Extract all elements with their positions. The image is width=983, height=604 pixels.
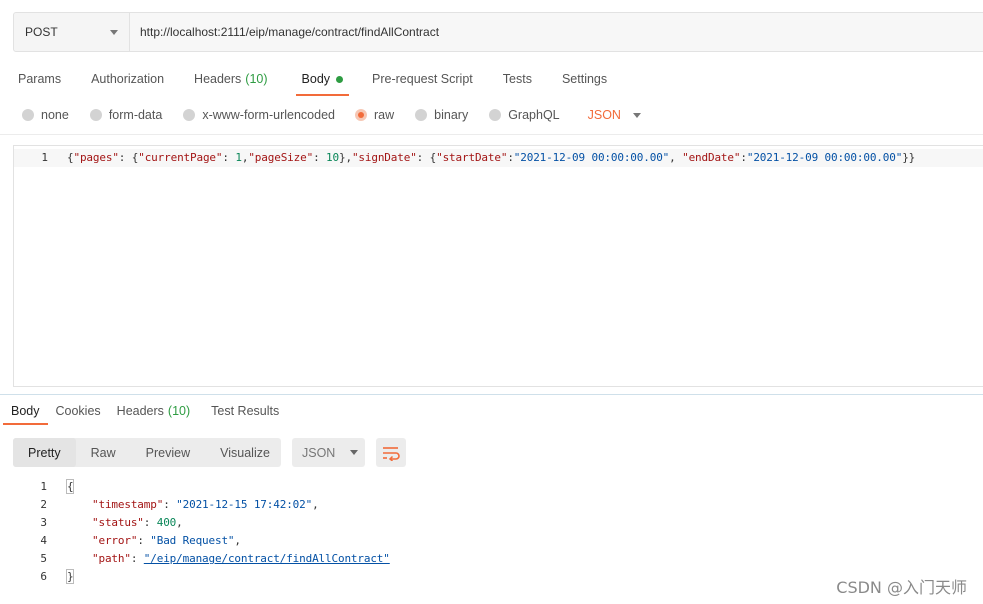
tab-label: Pre-request Script xyxy=(372,72,473,86)
response-tabs: Body Cookies Headers (10) Test Results xyxy=(0,397,279,427)
tab-label: Params xyxy=(18,72,62,86)
wrap-lines-icon xyxy=(383,446,400,461)
request-body-code: {"pages": {"currentPage": 1,"pageSize": … xyxy=(67,151,916,164)
tab-label: Authorization xyxy=(91,72,165,86)
radio-label: raw xyxy=(374,108,395,122)
tab-label: Headers xyxy=(194,72,242,86)
radio-graphql[interactable]: GraphQL xyxy=(489,108,560,122)
json-line: "status": 400, xyxy=(92,516,183,529)
tab-body[interactable]: Body xyxy=(295,62,349,96)
tab-label: Cookies xyxy=(55,404,101,418)
json-key: "path" xyxy=(92,552,131,565)
method-select[interactable]: POST xyxy=(14,13,130,51)
tab-label: Settings xyxy=(561,72,608,86)
tab-authorization[interactable]: Authorization xyxy=(91,62,164,96)
tab-params[interactable]: Params xyxy=(18,62,61,96)
tab-headers[interactable]: Headers (10) xyxy=(194,62,267,96)
view-preview[interactable]: Preview xyxy=(131,438,205,467)
tab-label: Body xyxy=(301,72,331,86)
request-body-editor[interactable]: 1 {"pages": {"currentPage": 1,"pageSize"… xyxy=(13,145,983,387)
tab-label: Test Results xyxy=(211,404,280,418)
format-label: JSON xyxy=(302,445,336,460)
wrap-lines-button[interactable] xyxy=(376,438,406,467)
json-line: "error": "Bad Request", xyxy=(92,534,241,547)
radio-icon xyxy=(183,109,196,121)
radio-icon xyxy=(89,109,102,121)
json-line: "path": "/eip/manage/contract/findAllCon… xyxy=(92,552,390,565)
response-tab-body[interactable]: Body xyxy=(3,397,47,425)
divider xyxy=(0,394,983,395)
headers-count: (10) xyxy=(245,72,268,86)
radio-label: x-www-form-urlencoded xyxy=(202,108,335,122)
chevron-down-icon xyxy=(110,30,118,35)
radio-label: GraphQL xyxy=(508,108,560,122)
line-number: 4 xyxy=(40,534,47,547)
chevron-down-icon xyxy=(632,112,641,118)
response-tab-headers[interactable]: Headers (10) xyxy=(117,397,190,425)
body-language-select[interactable]: JSON xyxy=(588,108,641,122)
radio-selected-icon xyxy=(355,109,367,121)
response-tab-cookies[interactable]: Cookies xyxy=(56,397,101,425)
url-input[interactable]: http://localhost:2111/eip/manage/contrac… xyxy=(130,13,983,51)
brace: { xyxy=(66,479,75,494)
json-link-value[interactable]: "/eip/manage/contract/findAllContract" xyxy=(144,552,390,565)
radio-label: binary xyxy=(434,108,469,122)
divider xyxy=(0,134,983,135)
body-language-label: JSON xyxy=(587,108,621,122)
json-key: "timestamp" xyxy=(92,498,164,511)
response-format-select[interactable]: JSON xyxy=(292,438,365,467)
tab-tests[interactable]: Tests xyxy=(503,62,532,96)
radio-form-data[interactable]: form-data xyxy=(89,108,163,122)
tab-label: Body xyxy=(11,404,40,418)
view-raw[interactable]: Raw xyxy=(76,438,131,467)
radio-raw[interactable]: raw xyxy=(355,108,394,122)
radio-icon xyxy=(489,109,502,121)
status-dot-icon xyxy=(336,75,344,83)
line-number: 1 xyxy=(41,151,48,164)
request-tabs: Params Authorization Headers (10) Body Pr… xyxy=(0,62,607,96)
body-type-selector: none form-data x-www-form-urlencoded raw… xyxy=(22,104,641,126)
json-close-brace: } xyxy=(66,569,75,584)
line-number: 6 xyxy=(40,570,47,583)
request-bar: POST http://localhost:2111/eip/manage/co… xyxy=(13,12,983,52)
response-tab-test-results[interactable]: Test Results xyxy=(211,397,279,425)
line-number: 3 xyxy=(40,516,47,529)
line-number: 2 xyxy=(40,498,47,511)
tab-pre-request-script[interactable]: Pre-request Script xyxy=(372,62,473,96)
radio-binary[interactable]: binary xyxy=(415,108,468,122)
radio-none[interactable]: none xyxy=(22,108,69,122)
line-number: 5 xyxy=(40,552,47,565)
method-label: POST xyxy=(25,25,58,39)
json-open-brace: { xyxy=(66,479,75,494)
view-pretty[interactable]: Pretty xyxy=(13,438,76,467)
json-value: "2021-12-15 17:42:02" xyxy=(176,498,313,511)
json-line: "timestamp": "2021-12-15 17:42:02", xyxy=(92,498,319,511)
headers-count: (10) xyxy=(167,404,191,418)
tab-label: Tests xyxy=(502,72,532,86)
radio-icon xyxy=(22,109,34,121)
radio-x-www-form-urlencoded[interactable]: x-www-form-urlencoded xyxy=(183,108,335,122)
json-key: "status" xyxy=(92,516,144,529)
chevron-down-icon xyxy=(350,450,359,455)
json-key: "error" xyxy=(92,534,138,547)
view-visualize[interactable]: Visualize xyxy=(205,438,285,467)
json-value: 400 xyxy=(156,516,177,529)
watermark: CSDN @入门天师 xyxy=(836,578,967,597)
url-text: http://localhost:2111/eip/manage/contrac… xyxy=(140,25,440,39)
radio-label: none xyxy=(41,108,69,122)
tab-label: Headers xyxy=(116,404,164,418)
radio-label: form-data xyxy=(108,108,163,122)
radio-icon xyxy=(415,109,428,121)
tab-settings[interactable]: Settings xyxy=(562,62,607,96)
response-view-toggle: Pretty Raw Preview Visualize xyxy=(13,438,281,467)
brace: } xyxy=(66,569,75,584)
line-number: 1 xyxy=(40,480,47,493)
json-value: "Bad Request" xyxy=(150,534,235,547)
